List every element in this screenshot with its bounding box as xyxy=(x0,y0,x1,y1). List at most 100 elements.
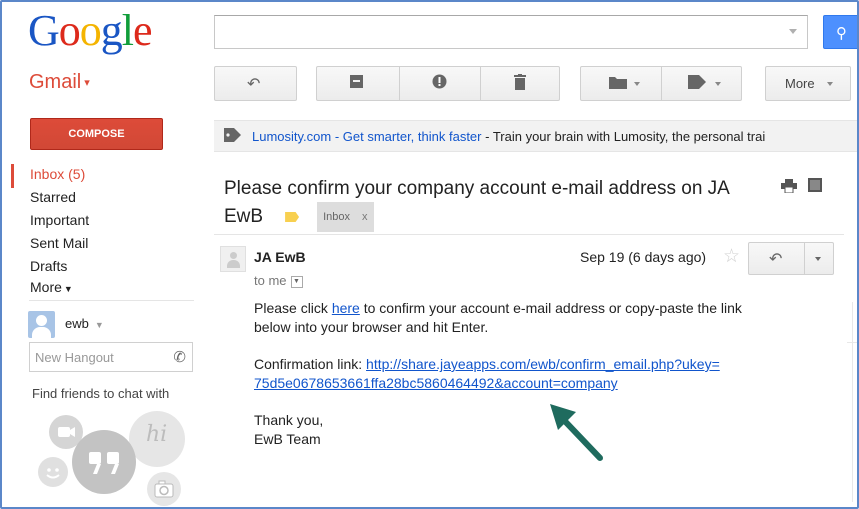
gmail-menu[interactable]: Gmail ▾ xyxy=(29,71,90,94)
more-button-label: More xyxy=(785,76,815,91)
recipient-details: to me ▼ xyxy=(254,273,303,288)
quote-bubble xyxy=(72,430,136,494)
sidebar-divider xyxy=(29,300,194,301)
ad-link[interactable]: Lumosity.com - Get smarter, think faster xyxy=(252,129,482,144)
message-body-paragraph-1: Please click here to confirm your accoun… xyxy=(254,299,742,337)
search-dropdown-caret-icon[interactable] xyxy=(789,29,797,34)
more-button[interactable]: More xyxy=(765,66,851,101)
smiley-icon xyxy=(46,468,60,479)
reply-icon[interactable]: ↶ xyxy=(769,249,782,269)
show-details-button[interactable]: ▼ xyxy=(290,275,303,288)
logo-letter: o xyxy=(58,6,81,55)
ad-banner: Lumosity.com - Get smarter, think faster… xyxy=(214,120,857,152)
move-labels-group xyxy=(580,66,742,101)
inbox-label-text: Inbox xyxy=(323,211,350,223)
sender-name[interactable]: JA EwB xyxy=(254,249,306,265)
hi-text: hi xyxy=(146,422,168,447)
confirmation-link-continued[interactable]: 75d5e0678653661ffa28bc5860464492&account… xyxy=(254,375,618,391)
search-input[interactable] xyxy=(214,15,808,49)
chevron-down-icon xyxy=(634,82,640,86)
report-spam-button[interactable] xyxy=(400,67,480,100)
toolbar-divider xyxy=(804,243,805,274)
important-marker-icon[interactable] xyxy=(285,212,300,222)
email-subject: Please confirm your company account e-ma… xyxy=(224,176,784,232)
action-button-group xyxy=(316,66,560,101)
compose-button[interactable]: COMPOSE xyxy=(30,118,163,150)
chevron-down-icon xyxy=(827,82,833,86)
sidebar-item-inbox[interactable]: Inbox (5) xyxy=(30,166,85,182)
logo-letter: e xyxy=(133,6,153,55)
message-divider xyxy=(214,234,844,235)
gmail-window: Google ⚲ Gmail ▾ ↶ More COMPOSE Inbox (5… xyxy=(0,0,859,509)
ad-description: - Train your brain with Lumosity, the pe… xyxy=(481,129,766,144)
hangouts-user-menu[interactable]: ewb ▼ xyxy=(65,316,104,331)
remove-label-button[interactable]: x xyxy=(362,211,368,223)
find-friends-text: Find friends to chat with xyxy=(32,386,170,401)
reply-button-group: ↶ xyxy=(748,242,834,275)
logo-letter: o xyxy=(79,6,102,55)
hangouts-user-name: ewb xyxy=(65,316,89,331)
chevron-down-icon: ▾ xyxy=(84,77,90,90)
report-spam-icon xyxy=(432,74,447,94)
star-icon[interactable]: ☆ xyxy=(723,245,740,268)
confirmation-label: Confirmation link: xyxy=(254,356,367,372)
sidebar-item-drafts[interactable]: Drafts xyxy=(30,258,67,274)
new-window-icon[interactable] xyxy=(808,178,822,192)
sidebar-item-starred[interactable]: Starred xyxy=(30,189,76,205)
more-actions-chevron-down-icon[interactable] xyxy=(815,257,821,261)
sender-avatar xyxy=(220,246,246,272)
camera-bubble xyxy=(147,472,181,506)
message-body-confirmation: Confirmation link: http://share.jayeapps… xyxy=(254,355,720,393)
annotation-arrow-icon xyxy=(550,404,603,461)
confirmation-link[interactable]: http://share.jayeapps.com/ewb/confirm_em… xyxy=(366,356,720,372)
right-panel-border xyxy=(852,302,853,502)
delete-button[interactable] xyxy=(481,67,561,100)
tag-icon xyxy=(224,128,241,146)
search-button[interactable]: ⚲ xyxy=(823,15,857,49)
move-to-button[interactable] xyxy=(581,67,661,100)
body-text: Please click xyxy=(254,300,332,316)
signature-text: EwB Team xyxy=(254,431,321,447)
active-folder-marker xyxy=(11,164,14,188)
back-button[interactable]: ↶ xyxy=(214,66,297,101)
logo-letter: G xyxy=(28,6,60,55)
avatar[interactable] xyxy=(28,311,55,338)
sidebar-item-more-label: More xyxy=(30,279,62,295)
archive-icon xyxy=(350,75,363,93)
new-hangout-placeholder: New Hangout xyxy=(35,350,114,365)
message-date: Sep 19 (6 days ago) xyxy=(580,249,707,265)
print-icon[interactable] xyxy=(781,179,797,197)
right-panel-border xyxy=(847,342,857,343)
recipient-text: to me xyxy=(254,273,287,288)
chevron-down-icon: ▼ xyxy=(63,284,73,294)
logo-letter: l xyxy=(121,6,134,55)
chevron-down-icon: ▼ xyxy=(94,320,104,330)
subject-line-2: EwB xyxy=(224,206,264,228)
sidebar-item-more[interactable]: More ▼ xyxy=(30,279,73,295)
here-link[interactable]: here xyxy=(332,300,360,316)
ad-text: Lumosity.com - Get smarter, think faster… xyxy=(252,129,765,144)
new-hangout-input[interactable]: New Hangout ✆ xyxy=(29,342,193,372)
labels-button[interactable] xyxy=(662,67,743,100)
sidebar-item-sent-mail[interactable]: Sent Mail xyxy=(30,235,88,251)
back-arrow-icon: ↶ xyxy=(247,76,261,93)
camera-icon xyxy=(154,480,174,498)
archive-button[interactable] xyxy=(317,67,399,100)
hi-bubble: hi xyxy=(129,411,185,467)
logo-letter: g xyxy=(100,6,123,55)
message-signoff: Thank you, EwB Team xyxy=(254,411,323,449)
sidebar-item-important[interactable]: Important xyxy=(30,212,89,228)
trash-icon xyxy=(514,74,526,95)
signoff-text: Thank you, xyxy=(254,412,324,428)
body-text: to confirm your account e-mail address o… xyxy=(359,300,742,316)
gmail-label-text: Gmail xyxy=(29,71,82,93)
body-text: below into your browser and hit Enter. xyxy=(254,319,489,335)
google-logo[interactable]: Google xyxy=(28,6,153,56)
inbox-label-chip: Inbox x xyxy=(317,202,374,232)
smiley-bubble xyxy=(38,457,68,487)
tag-icon xyxy=(688,75,706,94)
chevron-down-icon xyxy=(715,82,721,86)
search-icon: ⚲ xyxy=(836,25,847,42)
folder-icon xyxy=(609,76,627,94)
phone-icon[interactable]: ✆ xyxy=(173,348,186,366)
